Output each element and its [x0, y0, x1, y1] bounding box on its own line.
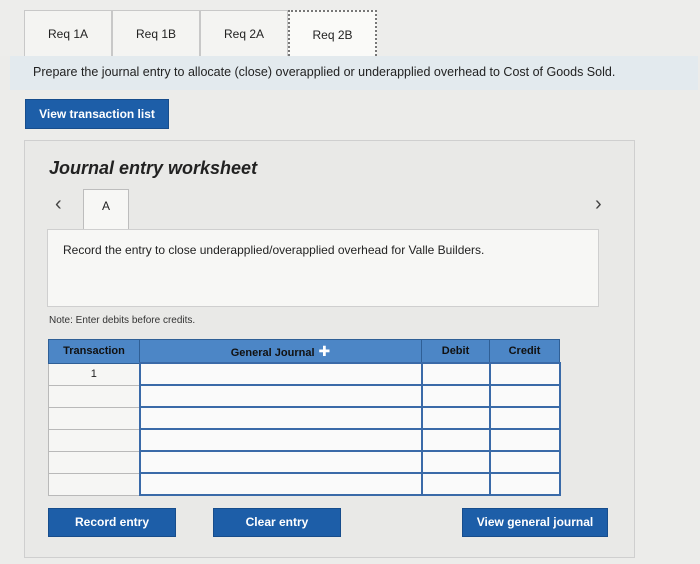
debit-input[interactable]	[420, 384, 491, 408]
record-entry-button[interactable]: Record entry	[48, 508, 176, 537]
debit-input[interactable]	[420, 428, 491, 452]
journal-table: Transaction General Journal ✚ Debit Credi…	[48, 339, 561, 496]
transaction-cell	[48, 472, 140, 496]
account-input[interactable]	[138, 472, 423, 496]
table-row	[48, 428, 561, 452]
account-input[interactable]	[138, 450, 423, 474]
entry-tab-a[interactable]: A	[83, 189, 129, 229]
credit-input[interactable]	[488, 428, 561, 452]
column-debit: Debit	[421, 339, 490, 364]
debit-input[interactable]	[420, 406, 491, 430]
plus-icon[interactable]: ✚	[319, 343, 331, 359]
debit-input[interactable]	[420, 472, 491, 496]
transaction-cell: 1	[48, 362, 140, 386]
journal-header-row: Transaction General Journal ✚ Debit Credi…	[48, 339, 560, 364]
instruction-text: Prepare the journal entry to allocate (c…	[33, 65, 616, 79]
column-general-journal[interactable]: General Journal ✚	[139, 339, 422, 364]
transaction-cell	[48, 450, 140, 474]
clear-entry-button[interactable]: Clear entry	[213, 508, 341, 537]
table-row	[48, 406, 561, 430]
account-input[interactable]	[138, 428, 423, 452]
journal-entry-worksheet: Journal entry worksheet ‹ › A Record the…	[24, 140, 635, 558]
entry-instruction: Record the entry to close underapplied/o…	[63, 243, 485, 257]
tab-req-2a[interactable]: Req 2A	[200, 10, 288, 56]
table-row	[48, 450, 561, 474]
transaction-cell	[48, 428, 140, 452]
credit-input[interactable]	[488, 406, 561, 430]
credit-input[interactable]	[488, 472, 561, 496]
chevron-left-icon[interactable]: ‹	[55, 193, 62, 216]
tab-req-1a[interactable]: Req 1A	[24, 10, 112, 56]
table-row	[48, 472, 561, 496]
column-transaction: Transaction	[48, 339, 140, 364]
transaction-cell	[48, 384, 140, 408]
entry-description-box: Record the entry to close underapplied/o…	[47, 229, 599, 307]
debit-input[interactable]	[420, 450, 491, 474]
column-credit: Credit	[489, 339, 560, 364]
tab-req-2b[interactable]: Req 2B	[288, 10, 377, 56]
account-input[interactable]	[138, 384, 423, 408]
account-input[interactable]	[138, 362, 423, 386]
transaction-cell	[48, 406, 140, 430]
debits-note: Note: Enter debits before credits.	[49, 315, 196, 326]
credit-input[interactable]	[488, 384, 561, 408]
column-general-journal-label: General Journal	[230, 346, 315, 359]
instruction-bar: Prepare the journal entry to allocate (c…	[10, 56, 698, 90]
view-general-journal-button[interactable]: View general journal	[462, 508, 608, 537]
credit-input[interactable]	[488, 450, 561, 474]
tab-req-1b[interactable]: Req 1B	[112, 10, 200, 56]
account-input[interactable]	[138, 406, 423, 430]
debit-input[interactable]	[420, 362, 491, 386]
chevron-right-icon[interactable]: ›	[595, 193, 602, 216]
table-row: 1	[48, 362, 561, 386]
credit-input[interactable]	[488, 362, 561, 386]
view-transaction-list-button[interactable]: View transaction list	[25, 99, 169, 129]
worksheet-title: Journal entry worksheet	[49, 158, 258, 178]
table-row	[48, 384, 561, 408]
